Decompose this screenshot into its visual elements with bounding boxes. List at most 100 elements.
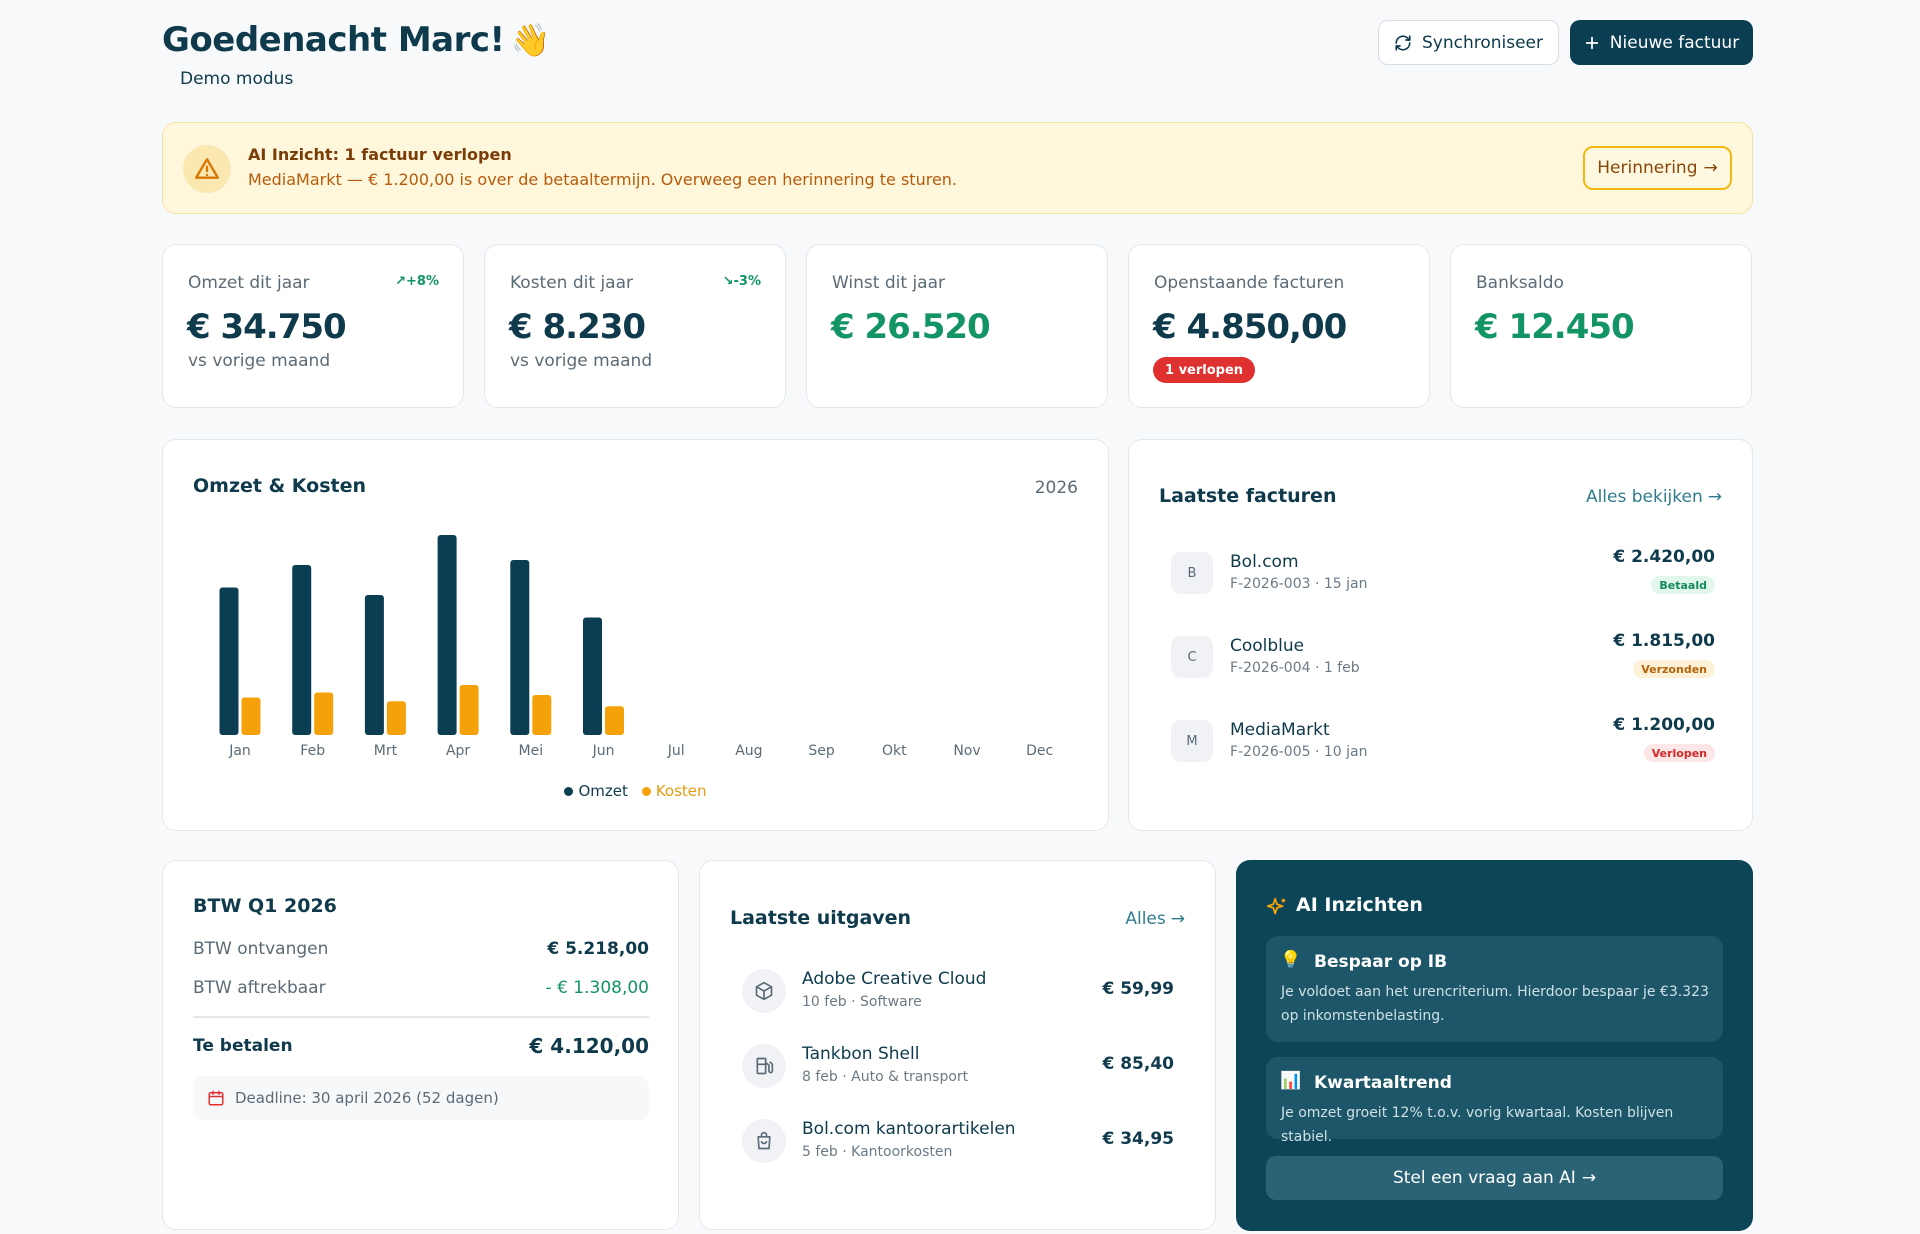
stat-card-costs: Kosten dit jaar ↘-3% € 8.230 vs vorige m… [484, 244, 786, 408]
x-tick-label: Sep [808, 743, 835, 759]
invoice-row[interactable]: C Coolblue F-2026-004 · 1 feb € 1.815,00… [1171, 626, 1715, 686]
bar-kosten-jan [241, 697, 261, 735]
bar-omzet-apr [437, 535, 457, 735]
stat-value: € 12.450 [1475, 307, 1635, 347]
reminder-button-label: Herinnering [1597, 158, 1698, 178]
x-tick-label: Feb [300, 743, 325, 759]
plus-icon [1585, 36, 1598, 49]
revenue-costs-chart-card: Omzet & Kosten 2026 Jan Feb Mrt Apr Mei Jun Ju… [162, 439, 1109, 831]
bar-kosten-jun [605, 706, 624, 735]
reminder-button[interactable]: Herinnering → [1583, 146, 1732, 190]
invoice-meta: F-2026-005 · 10 jan [1230, 744, 1368, 760]
ask-ai-button[interactable]: Stel een vraag aan AI → [1266, 1156, 1723, 1200]
stat-card-bank-balance: Banksaldo € 12.450 [1450, 244, 1752, 408]
legend-item-kosten: Kosten [641, 782, 707, 800]
refresh-icon [1395, 34, 1411, 51]
avatar: M [1171, 720, 1213, 762]
stat-value: € 34.750 [187, 307, 347, 347]
section-title: BTW Q1 2026 [193, 895, 337, 917]
arrow-right-icon: → [1707, 487, 1722, 507]
x-tick-label: Okt [882, 743, 907, 759]
sync-button[interactable]: Synchroniseer [1378, 20, 1559, 65]
invoice-client: MediaMarkt [1230, 720, 1330, 740]
vat-received-row: BTW ontvangen € 5.218,00 [193, 939, 649, 959]
invoice-amount: € 2.420,00 [1613, 547, 1715, 567]
invoice-meta: F-2026-003 · 15 jan [1230, 576, 1368, 592]
bar-chart-icon: 📊 [1280, 1071, 1302, 1091]
x-tick-label: Nov [953, 743, 980, 759]
x-tick-label: Jan [228, 743, 251, 759]
stat-card-profit: Winst dit jaar € 26.520 [806, 244, 1108, 408]
invoice-amount: € 1.200,00 [1613, 715, 1715, 735]
shopping-bag-icon [742, 1119, 786, 1163]
stat-label: Openstaande facturen [1154, 273, 1345, 293]
alert-text: MediaMarkt — € 1.200,00 is over de betaa… [248, 170, 958, 189]
expense-amount: € 85,40 [1102, 1054, 1174, 1074]
waving-hand-icon: 👋 [510, 21, 551, 59]
bar-omzet-mrt [364, 595, 384, 735]
expense-name: Bol.com kantoorartikelen [802, 1119, 1016, 1139]
ai-tip-title: Kwartaaltrend [1314, 1073, 1452, 1093]
chart-legend: Omzet Kosten [163, 782, 1108, 800]
bar-kosten-mrt [386, 701, 406, 735]
bar-kosten-feb [314, 692, 334, 735]
latest-invoices-card: Laatste facturen Alles bekijken → B Bol.c… [1128, 439, 1753, 831]
bar-kosten-mei [532, 695, 552, 735]
expense-name: Adobe Creative Cloud [802, 969, 987, 989]
vat-to-pay-row: Te betalen € 4.120,00 [193, 1034, 649, 1058]
stat-sub: vs vorige maand [188, 351, 331, 371]
ai-tip-title: Bespaar op IB [1314, 952, 1448, 972]
latest-expenses-card: Laatste uitgaven Alles → Adobe Creative C… [699, 860, 1216, 1230]
stat-label: Kosten dit jaar [510, 273, 633, 293]
trend-down-badge: ↘-3% [722, 274, 761, 289]
warning-icon [183, 145, 231, 193]
invoice-row[interactable]: M MediaMarkt F-2026-005 · 10 jan € 1.200… [1171, 710, 1715, 770]
trend-up-icon: ↗ [395, 274, 407, 289]
lightbulb-icon: 💡 [1280, 950, 1302, 970]
vat-deductible-value: - € 1.308,00 [545, 978, 649, 998]
view-all-invoices-link[interactable]: Alles bekijken → [1586, 487, 1722, 507]
stat-value: € 8.230 [509, 307, 646, 347]
fuel-icon [742, 1044, 786, 1088]
x-tick-label: Apr [446, 743, 470, 759]
stat-label: Omzet dit jaar [188, 273, 310, 293]
ai-insights-card: AI Inzichten 💡 Bespaar op IB Je voldoet … [1236, 860, 1753, 1231]
new-invoice-button[interactable]: Nieuwe factuur [1570, 20, 1753, 65]
avatar: B [1171, 552, 1213, 594]
invoice-meta: F-2026-004 · 1 feb [1230, 660, 1360, 676]
bar-chart: Jan Feb Mrt Apr Mei Jun Jul Aug Sep Okt Nov Dec [219, 535, 1053, 759]
expense-row[interactable]: Adobe Creative Cloud 10 feb · Software €… [742, 961, 1174, 1017]
page-title: Goedenacht Marc! 👋 [162, 20, 550, 60]
section-title: Laatste uitgaven [730, 907, 912, 929]
stat-label: Winst dit jaar [832, 273, 945, 293]
expense-name: Tankbon Shell [802, 1044, 920, 1064]
bar-omzet-jan [219, 587, 239, 735]
ai-tip-card: 📊 Kwartaaltrend Je omzet groeit 12% t.o.… [1266, 1057, 1723, 1145]
status-badge: Verlopen [1643, 744, 1715, 762]
expense-row[interactable]: Bol.com kantoorartikelen 5 feb · Kantoor… [742, 1111, 1174, 1167]
divider [193, 1016, 649, 1018]
arrow-right-icon: → [1170, 909, 1185, 929]
x-tick-label: Mrt [374, 743, 398, 759]
bar-omzet-jun [583, 617, 602, 735]
alert-title: AI Inzicht: 1 factuur verlopen [248, 145, 512, 164]
x-tick-label: Jul [667, 743, 685, 759]
arrow-right-icon: → [1581, 1168, 1597, 1188]
stat-card-revenue: Omzet dit jaar ↗+8% € 34.750 vs vorige m… [162, 244, 464, 408]
demo-mode-label: Demo modus [180, 69, 294, 89]
stat-label: Banksaldo [1476, 273, 1564, 293]
bar-omzet-feb [292, 565, 312, 735]
calendar-icon [208, 1090, 224, 1106]
bar-omzet-mei [510, 560, 530, 735]
view-all-expenses-link[interactable]: Alles → [1125, 909, 1185, 929]
expense-row[interactable]: Tankbon Shell 8 feb · Auto & transport €… [742, 1036, 1174, 1092]
invoice-row[interactable]: B Bol.com F-2026-003 · 15 jan € 2.420,00… [1171, 542, 1715, 602]
ai-alert-banner: AI Inzicht: 1 factuur verlopen MediaMark… [162, 122, 1753, 214]
sparkles-icon [1266, 897, 1286, 915]
vat-deductible-row: BTW aftrekbaar - € 1.308,00 [193, 978, 649, 998]
invoice-client: Coolblue [1230, 636, 1305, 656]
expense-amount: € 34,95 [1102, 1129, 1174, 1149]
ai-tip-card: 💡 Bespaar op IB Je voldoet aan het urenc… [1266, 936, 1723, 1042]
avatar: C [1171, 636, 1213, 678]
arrow-right-icon: → [1703, 158, 1718, 178]
